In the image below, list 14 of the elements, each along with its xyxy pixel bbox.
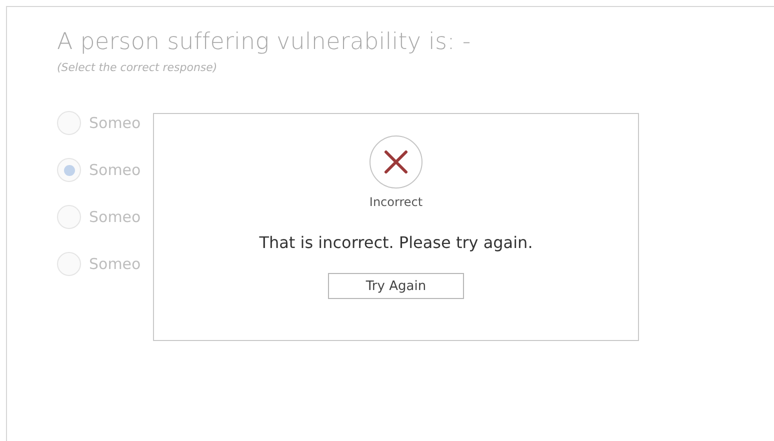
radio-button[interactable] xyxy=(57,205,81,229)
status-label: Incorrect xyxy=(369,195,423,209)
feedback-message: That is incorrect. Please try again. xyxy=(259,233,533,252)
option-label: Someo xyxy=(89,208,141,226)
radio-button[interactable] xyxy=(57,158,81,182)
radio-button[interactable] xyxy=(57,252,81,276)
instruction-text: (Select the correct response) xyxy=(57,61,218,74)
close-icon xyxy=(369,135,423,189)
option-label: Someo xyxy=(89,255,141,273)
option-label: Someo xyxy=(89,114,141,132)
radio-button[interactable] xyxy=(57,111,81,135)
question-title: A person suffering vulnerability is: - xyxy=(57,29,472,55)
try-again-button[interactable]: Try Again xyxy=(328,273,464,299)
option-label: Someo xyxy=(89,161,141,179)
